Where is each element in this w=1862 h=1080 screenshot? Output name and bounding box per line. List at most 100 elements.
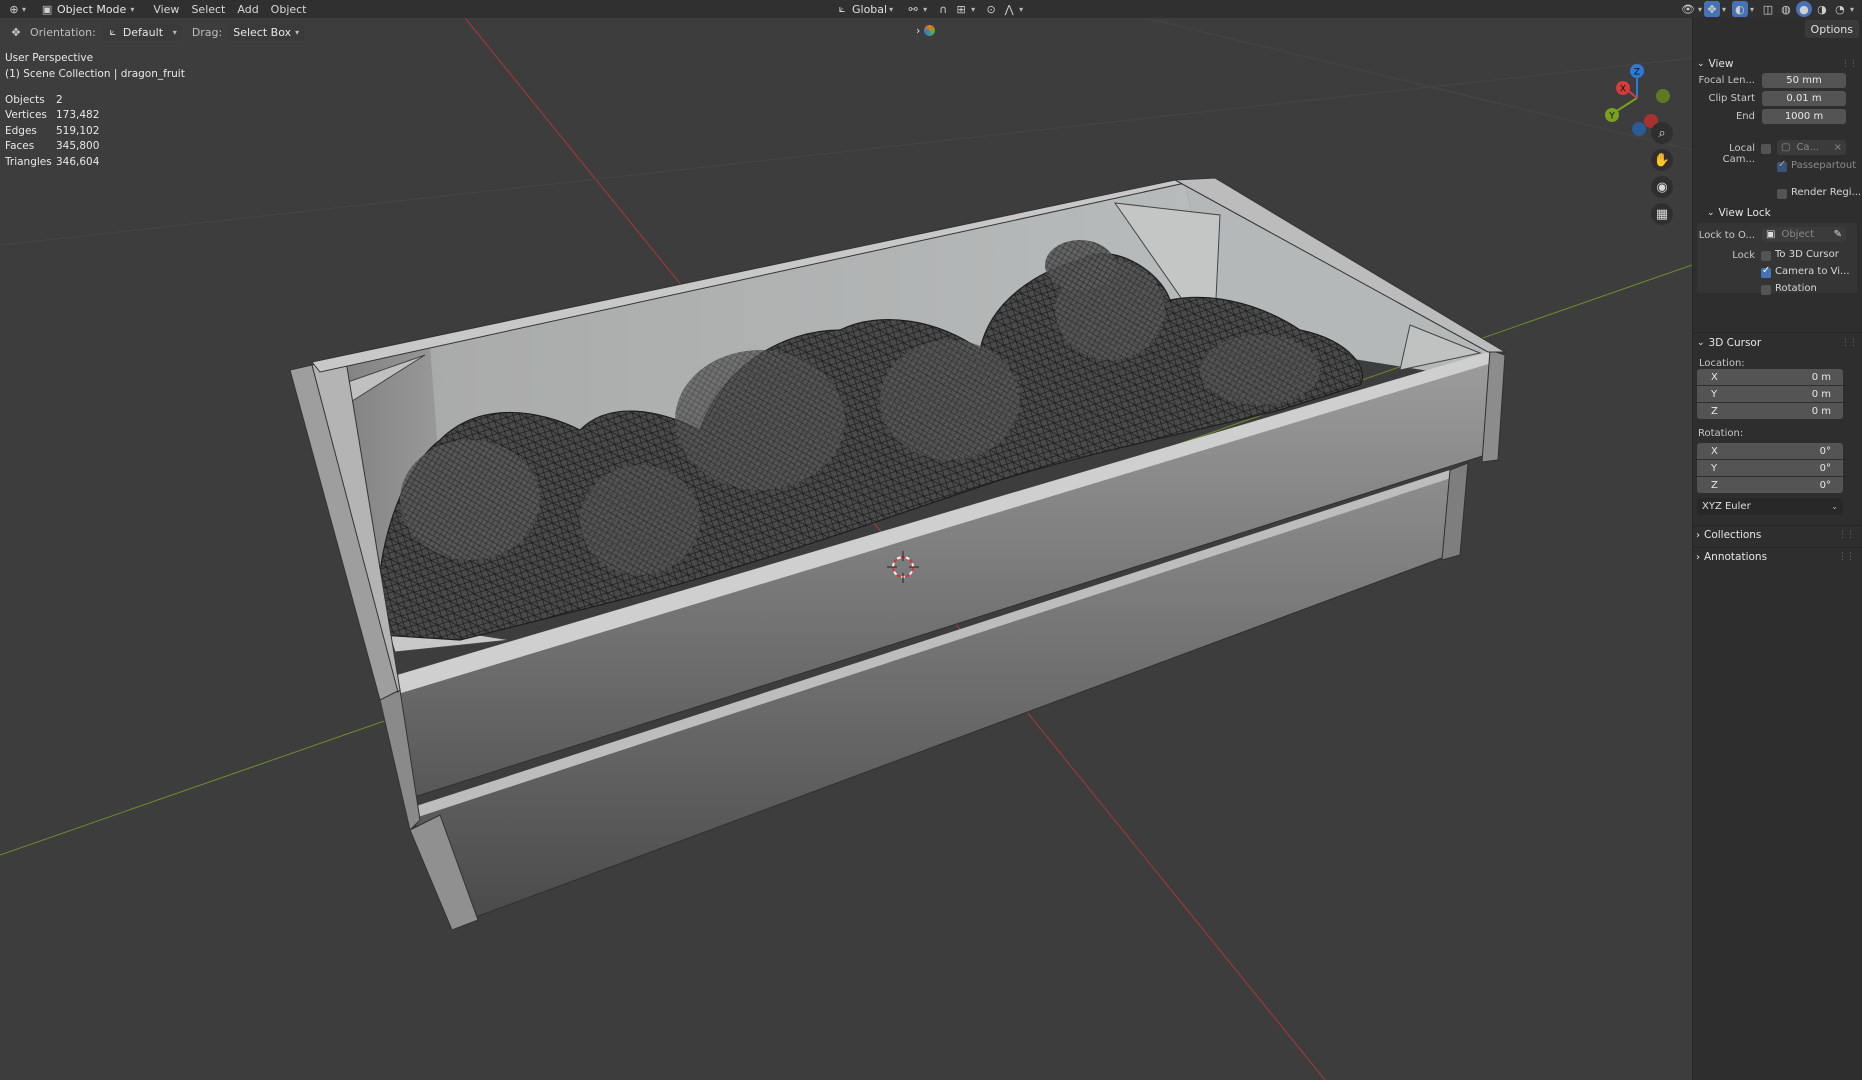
proportional-edit-icon[interactable]: ⊙ — [983, 1, 999, 17]
chevron-down-icon[interactable]: ▾ — [1698, 5, 1702, 14]
chevron-down-icon: ⌄ — [1697, 338, 1705, 348]
visibility-icon[interactable]: 👁 — [1680, 1, 1696, 17]
hand-pan-icon[interactable]: ✋ — [1651, 149, 1673, 171]
blender-sphere-icon[interactable] — [924, 25, 936, 36]
orientation-icon: ⟀ — [109, 25, 117, 38]
chevron-down-icon[interactable]: ▾ — [923, 5, 927, 14]
clip-end-field[interactable]: 1000 m — [1762, 109, 1846, 124]
chevron-right-icon: › — [1696, 529, 1700, 541]
local-camera-checkbox[interactable] — [1761, 144, 1771, 154]
camera-view-icon[interactable]: ◉ — [1651, 176, 1673, 198]
chevron-right-icon[interactable]: › — [916, 24, 920, 37]
transform-orientation-selector[interactable]: Global — [852, 3, 887, 16]
focal-length-field[interactable]: 50 mm — [1762, 73, 1846, 88]
solid-shading-icon[interactable]: ● — [1795, 1, 1812, 17]
close-icon[interactable]: × — [1834, 142, 1842, 153]
drag-label: Drag: — [191, 25, 223, 39]
chevron-down-icon[interactable]: ▾ — [971, 5, 975, 14]
menu-add[interactable]: Add — [231, 1, 264, 17]
local-camera-field[interactable]: ▢ Ca... × — [1777, 140, 1846, 155]
to-3d-cursor-label: To 3D Cursor — [1775, 249, 1839, 260]
options-button[interactable]: Options — [1804, 20, 1859, 38]
orientation-dropdown[interactable]: ⟀ Default ▾ — [101, 23, 182, 41]
xray-icon[interactable]: ◫ — [1760, 1, 1776, 17]
camera-to-view-label: Camera to Vi... — [1775, 266, 1850, 277]
mode-selector[interactable]: ▣ Object Mode ▾ — [36, 1, 139, 18]
menu-view[interactable]: View — [147, 1, 185, 17]
cursor-rotation-y-field[interactable]: Y 0° — [1697, 460, 1843, 476]
pivot-point-icon[interactable]: ⚯ — [905, 1, 921, 17]
eyedropper-icon[interactable]: ✎ — [1834, 229, 1842, 240]
stat-row: Objects 2 — [5, 93, 63, 106]
panel-header-annotations[interactable]: › Annotations — [1696, 548, 1767, 566]
local-camera-label: Local Cam... — [1722, 143, 1755, 165]
lock-to-object-field[interactable]: ▣ Object ✎ — [1762, 227, 1846, 242]
cursor-rotation-x-field[interactable]: X 0° — [1697, 443, 1843, 459]
cursor-location-y-field[interactable]: Y0 m — [1697, 386, 1843, 402]
snap-target-icon[interactable]: ⊞ — [953, 1, 969, 17]
svg-text:Y: Y — [1608, 112, 1615, 122]
menu-object[interactable]: Object — [265, 1, 313, 17]
drag-handle-icon[interactable]: ⋮⋮ — [1838, 552, 1855, 562]
cursor-rotation-label: Rotation: — [1698, 428, 1744, 439]
object-mode-icon: ▣ — [41, 2, 53, 16]
chevron-down-icon[interactable]: ▾ — [1850, 5, 1854, 14]
chevron-down-icon[interactable]: ▾ — [1019, 5, 1023, 14]
chevron-down-icon: ▾ — [130, 4, 135, 14]
transform-orientation-icon: ⟀ — [838, 2, 846, 15]
wireframe-shading-icon[interactable]: ◍ — [1778, 1, 1794, 17]
focal-length-label: Focal Len... — [1698, 75, 1755, 86]
lock-rotation-label: Rotation — [1775, 283, 1817, 294]
chevron-down-icon: ▾ — [295, 27, 300, 37]
overlay-toggle-icon[interactable]: ◐ — [1731, 1, 1748, 17]
drag-handle-icon[interactable]: ⋮⋮ — [1838, 530, 1855, 540]
camera-to-view-checkbox[interactable] — [1761, 265, 1771, 278]
lock-to-object-label: Lock to O... — [1698, 230, 1755, 241]
editor-type-icon[interactable]: ⊕ — [6, 1, 22, 17]
stat-row: Edges 519,102 — [5, 124, 100, 137]
3d-viewport[interactable]: Z Y X ⌕ ✋ ◉ ▦ User Perspective (1) Scene… — [0, 18, 1692, 1080]
svg-text:X: X — [1620, 85, 1626, 95]
object-icon: ▣ — [1766, 229, 1776, 240]
lock-label: Lock — [1732, 250, 1755, 261]
drag-dropdown[interactable]: Select Box ▾ — [228, 23, 305, 41]
drag-handle-icon[interactable]: ⋮⋮ — [1841, 338, 1858, 348]
chevron-down-icon[interactable]: ▾ — [22, 5, 26, 14]
cursor-location-label: Location: — [1699, 358, 1745, 369]
clip-start-field[interactable]: 0.01 m — [1762, 91, 1846, 106]
panel-header-3d-cursor[interactable]: ⌄ 3D Cursor — [1697, 334, 1761, 352]
move-tool-icon[interactable]: ✥ — [8, 24, 24, 40]
falloff-icon[interactable]: ⋀ — [1001, 1, 1017, 17]
zoom-icon[interactable]: ⌕ — [1651, 122, 1673, 144]
clip-start-label: Clip Start — [1708, 93, 1756, 104]
material-shading-icon[interactable]: ◑ — [1814, 1, 1830, 17]
cursor-rotation-z-field[interactable]: Z 0° — [1697, 477, 1843, 493]
to-3d-cursor-checkbox[interactable] — [1761, 251, 1771, 261]
grid-ortho-icon[interactable]: ▦ — [1651, 203, 1673, 225]
viewport-info: User Perspective (1) Scene Collection | … — [5, 50, 185, 82]
snap-icon[interactable]: ∩ — [935, 1, 951, 17]
rotation-mode-dropdown[interactable]: XYZ Euler ⌄ — [1697, 498, 1843, 515]
cursor-location-x-field[interactable]: X0 m — [1697, 369, 1843, 385]
tool-settings-bar: ✥ Orientation: ⟀ Default ▾ Drag: Select … — [0, 18, 1692, 46]
panel-header-view[interactable]: ⌄ View — [1697, 55, 1733, 73]
chevron-down-icon[interactable]: ▾ — [1750, 5, 1754, 14]
viewport-scene[interactable] — [0, 18, 1692, 1080]
render-region-checkbox[interactable] — [1777, 189, 1787, 199]
cursor-location-z-field[interactable]: Z0 m — [1697, 403, 1843, 419]
gizmo-toggle-icon[interactable]: ✥ — [1703, 1, 1720, 17]
rendered-shading-icon[interactable]: ◔ — [1832, 1, 1848, 17]
orientation-label: Orientation: — [30, 25, 96, 39]
panel-header-view-lock[interactable]: ⌄ View Lock — [1707, 204, 1771, 222]
menu-select[interactable]: Select — [185, 1, 231, 17]
viewport-header: ⊕ ▾ ▣ Object Mode ▾ View Select Add Obje… — [0, 0, 1862, 18]
drag-handle-icon[interactable]: ⋮⋮ — [1841, 59, 1858, 69]
chevron-right-icon: › — [1696, 551, 1700, 563]
chevron-down-icon: ⌄ — [1707, 208, 1715, 218]
clip-end-label: End — [1735, 111, 1755, 122]
lock-rotation-checkbox[interactable] — [1761, 285, 1771, 295]
chevron-down-icon[interactable]: ▾ — [1722, 5, 1726, 14]
passepartout-checkbox[interactable] — [1777, 159, 1787, 172]
panel-header-collections[interactable]: › Collections — [1696, 526, 1761, 544]
chevron-down-icon[interactable]: ▾ — [889, 5, 893, 14]
